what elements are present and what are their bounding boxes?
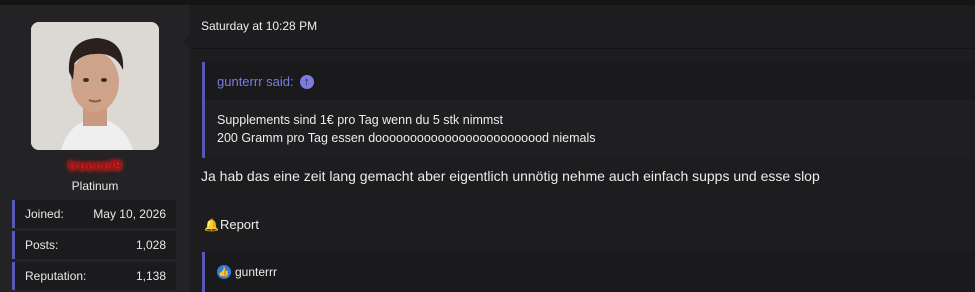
reaction-user[interactable]: gunterrr	[235, 265, 277, 279]
thumbs-up-icon[interactable]: 👍	[217, 265, 231, 279]
username[interactable]: truecel9	[0, 157, 190, 173]
quote-content: Supplements sind 1€ pro Tag wenn du 5 st…	[205, 100, 975, 158]
arrow-up-circle-icon[interactable]: ↑	[299, 74, 314, 89]
quote-author: gunterrr said:	[217, 74, 294, 89]
quote-author-link[interactable]: gunterrr said: ↑	[217, 74, 314, 89]
stat-label: Posts:	[25, 238, 59, 252]
quote-line: 200 Gramm pro Tag essen dooooooooooooooo…	[217, 131, 596, 145]
report-button[interactable]: 🔔 Report	[204, 217, 259, 232]
report-label: Report	[219, 217, 259, 232]
quote-line: Supplements sind 1€ pro Tag wenn du 5 st…	[217, 113, 504, 127]
avatar[interactable]	[31, 22, 159, 150]
stat-value: 1,028	[135, 238, 166, 252]
post-message: Ja hab das eine zeit lang gemacht aber e…	[201, 168, 820, 184]
post-caret	[182, 34, 190, 50]
stat-value: 1,138	[135, 269, 166, 283]
bell-icon: 🔔	[204, 217, 219, 232]
stat-joined: Joined: May 10, 2026	[12, 200, 176, 228]
stat-label: Joined:	[25, 207, 64, 221]
divider	[190, 48, 975, 49]
stat-value: May 10, 2026	[93, 207, 166, 221]
reactions-bar: 👍 gunterrr	[202, 252, 975, 292]
stat-label: Reputation:	[25, 269, 87, 283]
stat-reputation: Reputation: 1,138	[12, 262, 176, 290]
user-title: Platinum	[71, 179, 119, 193]
user-sidebar: truecel9 Platinum Joined: May 10, 2026 P…	[0, 5, 190, 292]
avatar-image	[31, 22, 159, 150]
stat-posts: Posts: 1,028	[12, 231, 176, 259]
quote-block: gunterrr said: ↑ Supplements sind 1€ pro…	[202, 62, 975, 158]
post-date[interactable]: Saturday at 10:28 PM	[201, 19, 317, 33]
